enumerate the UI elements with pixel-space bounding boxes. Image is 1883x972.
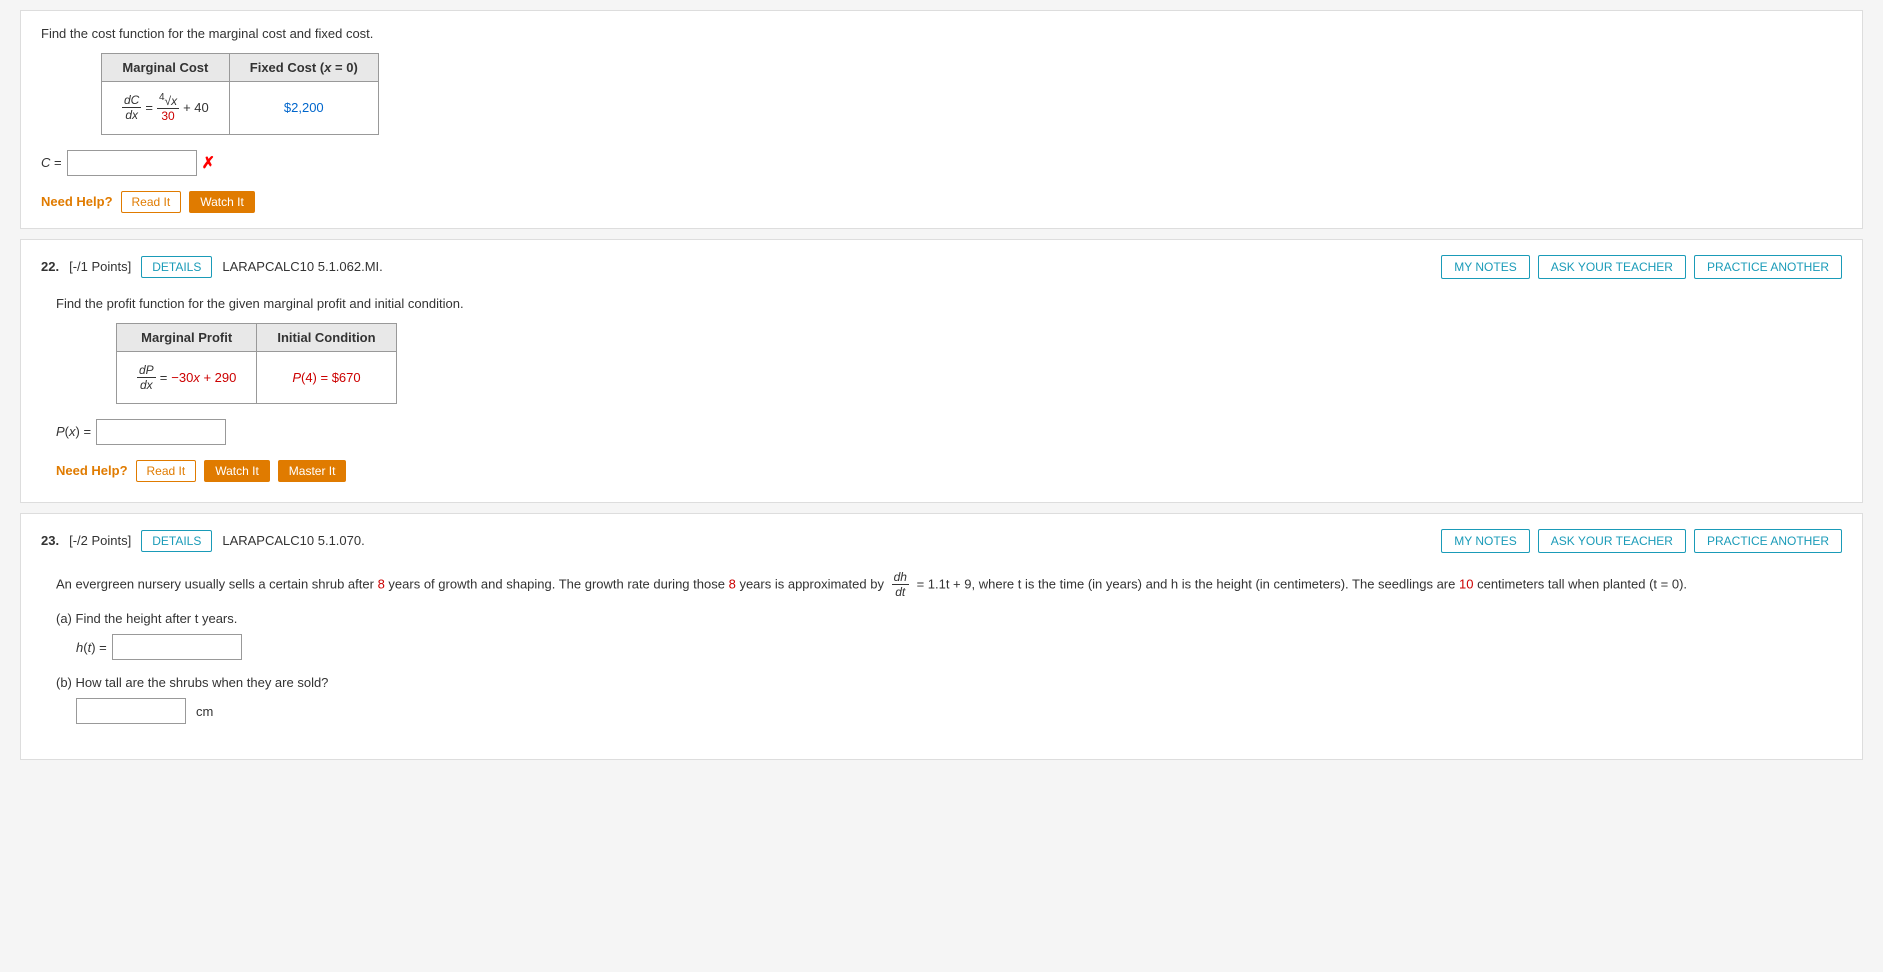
fixed-cost-value: $2,200 (229, 82, 378, 135)
sub-b-answer-row: cm (76, 698, 1827, 724)
problem-22-need-help: Need Help? Read It Watch It Master It (56, 460, 1827, 482)
problem-23-answer-input-a[interactable] (112, 634, 242, 660)
years-highlight-1: 8 (378, 576, 385, 591)
marginal-cost-formula: dC dx = 4√x 30 + 40 (102, 82, 230, 135)
read-it-button[interactable]: Read It (121, 191, 182, 213)
problem-21-answer-input[interactable] (67, 150, 197, 176)
intro-text-3: years is approximated by (739, 576, 884, 591)
dh-dt-formula: dh dt (892, 576, 913, 591)
intro-text-5: centimeters tall when planted (t = 0). (1477, 576, 1687, 591)
problem-21-need-help: Need Help? Read It Watch It (41, 191, 1842, 213)
need-help-label-22: Need Help? (56, 463, 128, 478)
intro-text-1: An evergreen nursery usually sells a cer… (56, 576, 374, 591)
problem-23-content: An evergreen nursery usually sells a cer… (41, 565, 1842, 745)
watch-it-button[interactable]: Watch It (189, 191, 255, 213)
height-highlight: 10 (1459, 576, 1473, 591)
practice-another-button-23[interactable]: PRACTICE ANOTHER (1694, 529, 1842, 553)
sub-question-b: (b) How tall are the shrubs when they ar… (56, 675, 1827, 724)
ask-teacher-button-22[interactable]: ASK YOUR TEACHER (1538, 255, 1686, 279)
col-header-marginal-cost: Marginal Cost (102, 54, 230, 82)
sub-b-text: (b) How tall are the shrubs when they ar… (56, 675, 1827, 690)
read-it-button-22[interactable]: Read It (136, 460, 197, 482)
problem-23-header-left: 23. [-/2 Points] DETAILS LARAPCALC10 5.1… (41, 530, 365, 552)
need-help-label: Need Help? (41, 194, 113, 209)
c-equals-label: C = (41, 155, 62, 170)
problem-22-header-left: 22. [-/1 Points] DETAILS LARAPCALC10 5.1… (41, 256, 383, 278)
problem-23-code: LARAPCALC10 5.1.070. (222, 533, 364, 548)
problem-22-table: Marginal Profit Initial Condition dP dx … (116, 323, 397, 404)
details-button-23[interactable]: DETAILS (141, 530, 212, 552)
col-header-initial-condition: Initial Condition (257, 323, 396, 351)
intro-text-4: = 1.1t + 9, where t is the time (in year… (917, 576, 1456, 591)
col-header-marginal-profit: Marginal Profit (117, 323, 257, 351)
problem-21-instruction: Find the cost function for the marginal … (41, 26, 1842, 41)
sub-a-answer-row: h(t) = (76, 634, 1827, 660)
problem-21-table: Marginal Cost Fixed Cost (x = 0) dC dx = (101, 53, 379, 135)
problem-23-header: 23. [-/2 Points] DETAILS LARAPCALC10 5.1… (41, 529, 1842, 553)
problem-23-number: 23. (41, 533, 59, 548)
my-notes-button-23[interactable]: MY NOTES (1441, 529, 1529, 553)
sub-a-text: (a) Find the height after t years. (56, 611, 1827, 626)
problem-21-answer-row: C = ✗ (41, 150, 1842, 176)
master-it-button-22[interactable]: Master It (278, 460, 347, 482)
practice-another-button-22[interactable]: PRACTICE ANOTHER (1694, 255, 1842, 279)
problem-22-header: 22. [-/1 Points] DETAILS LARAPCALC10 5.1… (41, 255, 1842, 279)
intro-text-2: years of growth and shaping. The growth … (388, 576, 725, 591)
problem-23-section: 23. [-/2 Points] DETAILS LARAPCALC10 5.1… (20, 513, 1863, 761)
marginal-profit-formula: dP dx = −30x + 290 (117, 351, 257, 403)
problem-22-code: LARAPCALC10 5.1.062.MI. (222, 259, 382, 274)
px-equals-label: P(x) = (56, 424, 91, 439)
problem-23-action-buttons: MY NOTES ASK YOUR TEACHER PRACTICE ANOTH… (1441, 529, 1842, 553)
problem-23-instruction: An evergreen nursery usually sells a cer… (56, 570, 1827, 600)
problem-22-action-buttons: MY NOTES ASK YOUR TEACHER PRACTICE ANOTH… (1441, 255, 1842, 279)
problem-22-content: Find the profit function for the given m… (41, 291, 1842, 487)
problem-23-points: [-/2 Points] (69, 533, 131, 548)
details-button-22[interactable]: DETAILS (141, 256, 212, 278)
problem-22-answer-input[interactable] (96, 419, 226, 445)
col-header-fixed-cost: Fixed Cost (x = 0) (229, 54, 378, 82)
problem-22-points: [-/1 Points] (69, 259, 131, 274)
my-notes-button-22[interactable]: MY NOTES (1441, 255, 1529, 279)
ask-teacher-button-23[interactable]: ASK YOUR TEACHER (1538, 529, 1686, 553)
initial-condition-value: P(4) = $670 (257, 351, 396, 403)
watch-it-button-22[interactable]: Watch It (204, 460, 270, 482)
problem-22-instruction: Find the profit function for the given m… (56, 296, 1827, 311)
problem-21-section: Find the cost function for the marginal … (20, 10, 1863, 229)
problem-22-answer-row: P(x) = (56, 419, 1827, 445)
years-highlight-2: 8 (729, 576, 736, 591)
cm-label: cm (196, 704, 213, 719)
error-icon: ✗ (202, 153, 215, 173)
problem-22-section: 22. [-/1 Points] DETAILS LARAPCALC10 5.1… (20, 239, 1863, 503)
sub-question-a: (a) Find the height after t years. h(t) … (56, 611, 1827, 660)
problem-22-number: 22. (41, 259, 59, 274)
problem-23-answer-input-b[interactable] (76, 698, 186, 724)
ht-equals-label: h(t) = (76, 640, 107, 655)
